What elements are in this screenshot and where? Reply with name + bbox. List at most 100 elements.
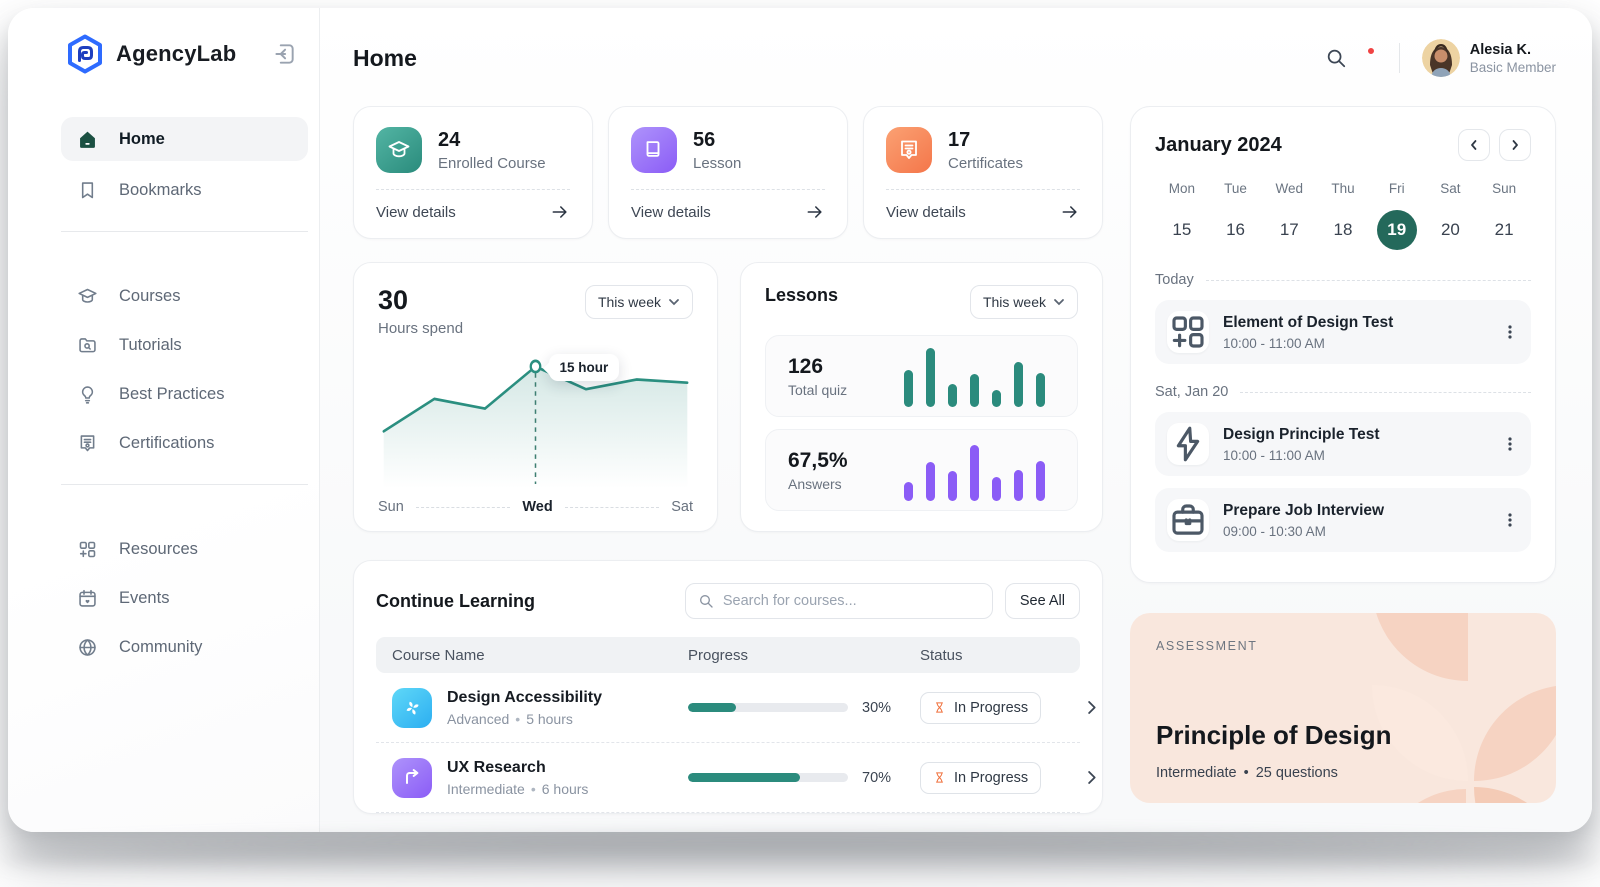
graduation-cap-icon xyxy=(376,127,422,173)
search-icon[interactable] xyxy=(1325,47,1347,69)
decorative-shape xyxy=(1474,787,1556,803)
arrow-right-icon xyxy=(805,202,825,222)
calendar-date-17[interactable]: 17 xyxy=(1269,210,1309,250)
sidebar-item-home[interactable]: Home xyxy=(61,117,308,161)
topbar: Home Alesia K. Basic Member xyxy=(353,32,1556,84)
day-name: Fri xyxy=(1388,181,1405,196)
chevron-right-icon xyxy=(1512,140,1518,150)
sidebar-divider xyxy=(61,231,308,232)
calendar-section-label: Sat, Jan 20 xyxy=(1155,384,1531,400)
folder-search-icon xyxy=(77,335,98,356)
sidebar-item-courses[interactable]: Courses xyxy=(61,272,308,321)
sidebar-item-bookmarks[interactable]: Bookmarks xyxy=(61,166,308,215)
dashed-divider xyxy=(376,189,570,190)
calendar-section-label: Today xyxy=(1155,272,1531,288)
lessons-range-dropdown[interactable]: This week xyxy=(969,285,1078,319)
chevron-right-icon[interactable] xyxy=(1082,698,1101,717)
corner-arrow-icon xyxy=(392,757,432,798)
bookmark-icon xyxy=(77,180,98,201)
event-tile[interactable]: Element of Design Test 10:00 - 11:00 AM xyxy=(1155,300,1531,364)
view-details-link[interactable]: View details xyxy=(376,202,570,222)
sidebar-item-tutorials[interactable]: Tutorials xyxy=(61,321,308,370)
page-title: Home xyxy=(353,44,417,71)
lessons-stat-total-quiz: 126 Total quiz xyxy=(765,335,1078,417)
mini-value: 126 xyxy=(788,354,824,378)
calendar-date-18[interactable]: 18 xyxy=(1323,210,1363,250)
day-name: Thu xyxy=(1331,181,1355,196)
kebab-menu-icon[interactable] xyxy=(1501,323,1519,341)
chevron-right-icon[interactable] xyxy=(1082,768,1101,787)
event-tile[interactable]: Prepare Job Interview 09:00 - 10:30 AM xyxy=(1155,488,1531,552)
lightning-icon xyxy=(1167,423,1209,465)
globe-icon xyxy=(77,637,98,658)
calendar-card: January 2024 Mon Tue Wed Thu Fri Sat Sun 15 16 17… xyxy=(1130,106,1556,583)
course-search-input[interactable] xyxy=(722,593,980,609)
table-header: Course Name Progress Status xyxy=(376,637,1080,673)
progress-percent: 70% xyxy=(862,769,892,786)
calendar-date-15[interactable]: 15 xyxy=(1162,210,1202,250)
kebab-menu-icon[interactable] xyxy=(1501,511,1519,529)
sidebar-nav: Home Bookmarks Courses Tutorials Best Pr… xyxy=(8,117,319,672)
briefcase-icon xyxy=(1167,499,1209,541)
stat-card-certificates: 17 Certificates View details xyxy=(863,106,1103,239)
mini-label: Answers xyxy=(788,475,842,492)
stat-value: 17 xyxy=(948,128,971,151)
home-icon xyxy=(77,129,98,150)
assessment-card[interactable]: ASSESSMENT Principle of Design Intermedi… xyxy=(1130,613,1556,803)
sidebar-item-events[interactable]: Events xyxy=(61,574,308,623)
content-area: Home Alesia K. Basic Member 24 Enrolled … xyxy=(320,8,1592,832)
sidebar-item-resources[interactable]: Resources xyxy=(61,525,308,574)
course-meta: Intermediate • 6 hours xyxy=(447,780,589,797)
assessment-tag: ASSESSMENT xyxy=(1156,639,1258,653)
event-time: 09:00 - 10:30 AM xyxy=(1223,523,1326,539)
calendar-heart-icon xyxy=(77,588,98,609)
course-row[interactable]: UX Research Intermediate • 6 hours 70% In … xyxy=(376,743,1096,813)
user-menu[interactable]: Alesia K. Basic Member xyxy=(1421,39,1556,77)
certificate-icon xyxy=(77,433,98,454)
sidebar-item-label: Best Practices xyxy=(119,385,225,403)
calendar-prev-button[interactable] xyxy=(1458,129,1490,161)
stat-value: 56 xyxy=(693,128,716,151)
course-row[interactable]: Design Accessibility Advanced • 5 hours 30… xyxy=(376,673,1096,743)
calendar-date-19[interactable]: 19 xyxy=(1376,210,1417,250)
view-details-link[interactable]: View details xyxy=(886,202,1080,222)
stat-label: Lesson xyxy=(693,154,742,172)
lessons-stat-answers: 67,5% Answers xyxy=(765,429,1078,511)
lessons-title: Lessons xyxy=(765,285,839,305)
app-name: AgencyLab xyxy=(116,41,237,66)
lightbulb-icon xyxy=(77,384,98,405)
sidebar-item-certifications[interactable]: Certifications xyxy=(61,419,308,468)
day-name: Mon xyxy=(1168,181,1195,196)
day-name: Sun xyxy=(1492,181,1517,196)
collapse-sidebar-icon[interactable] xyxy=(271,41,297,67)
view-details-link[interactable]: View details xyxy=(631,202,825,222)
calendar-date-16[interactable]: 16 xyxy=(1216,210,1256,250)
user-role: Basic Member xyxy=(1469,59,1556,75)
calendar-next-button[interactable] xyxy=(1499,129,1531,161)
dashed-divider xyxy=(886,189,1080,190)
event-time: 10:00 - 11:00 AM xyxy=(1223,447,1325,463)
kebab-menu-icon[interactable] xyxy=(1501,435,1519,453)
sidebar-item-community[interactable]: Community xyxy=(61,623,308,672)
hours-range-dropdown[interactable]: This week xyxy=(584,285,693,319)
calendar-date-21[interactable]: 21 xyxy=(1484,210,1524,250)
course-search xyxy=(684,583,993,619)
sidebar-item-label: Tutorials xyxy=(119,336,182,354)
hours-label: Hours spend xyxy=(378,320,464,337)
event-title: Design Principle Test xyxy=(1223,425,1380,443)
hours-spend-card: 30 Hours spend This week 15 hour Sun Wed… xyxy=(353,262,718,532)
event-tile[interactable]: Design Principle Test 10:00 - 11:00 AM xyxy=(1155,412,1531,476)
mini-value: 67,5% xyxy=(788,448,848,472)
mini-bar-chart xyxy=(904,439,1045,501)
see-all-button[interactable]: See All xyxy=(1004,583,1080,619)
search-icon xyxy=(699,595,713,608)
stat-card-lesson: 56 Lesson View details xyxy=(608,106,848,239)
hourglass-icon xyxy=(933,701,946,714)
sidebar-item-label: Certifications xyxy=(119,434,215,452)
sidebar-item-label: Resources xyxy=(119,540,198,558)
progress-bar xyxy=(688,773,848,782)
chevron-down-icon xyxy=(1054,299,1064,306)
continue-learning-title: Continue Learning xyxy=(376,590,535,611)
sidebar-item-best-practices[interactable]: Best Practices xyxy=(61,370,308,419)
calendar-date-20[interactable]: 20 xyxy=(1430,210,1470,250)
